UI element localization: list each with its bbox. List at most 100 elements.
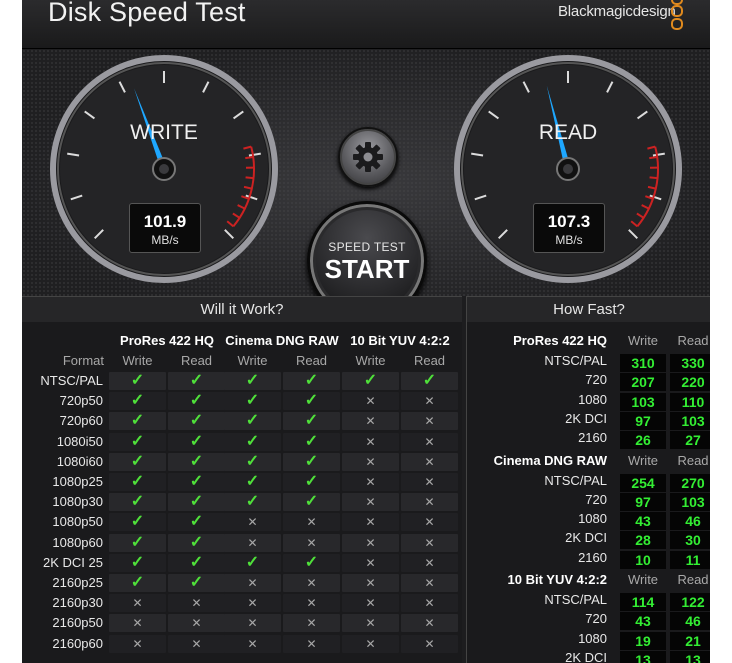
write-speed-cell: 28 xyxy=(620,531,666,550)
start-button-label: START xyxy=(324,254,410,284)
cross-icon: ✕ xyxy=(247,616,258,631)
format-row-label: 2160p60 xyxy=(52,635,103,651)
cross-icon: ✕ xyxy=(365,616,376,631)
disk-speed-test-window: Disk Speed Test Blackmagicdesign WRITE R… xyxy=(22,0,710,663)
status-cell: ✓ xyxy=(224,553,281,572)
how-fast-row-label: 2K DCI xyxy=(565,530,607,546)
how-fast-row-label: 1080 xyxy=(578,391,607,407)
status-cell: ✕ xyxy=(283,634,340,653)
cross-icon: ✕ xyxy=(191,616,202,631)
cross-icon: ✕ xyxy=(306,616,317,631)
format-row-label: 1080i50 xyxy=(56,433,103,449)
status-cell: ✓ xyxy=(109,392,166,411)
status-cell: ✓ xyxy=(109,473,166,491)
check-icon: ✓ xyxy=(245,412,260,430)
status-cell: ✕ xyxy=(342,452,399,471)
status-cell: ✓ xyxy=(283,452,340,471)
status-cell: ✕ xyxy=(224,634,281,653)
status-cell: ✕ xyxy=(283,574,340,592)
status-cell: ✓ xyxy=(168,372,225,390)
cross-icon: ✕ xyxy=(365,555,376,570)
status-cell: ✕ xyxy=(342,634,399,653)
check-icon: ✓ xyxy=(189,574,204,591)
gear-icon xyxy=(353,142,383,172)
status-cell: ✕ xyxy=(224,574,281,592)
read-speed-cell: 11 xyxy=(670,550,710,569)
status-cell: ✕ xyxy=(401,574,458,592)
read-speed-cell: 27 xyxy=(670,431,710,450)
check-icon: ✓ xyxy=(304,372,319,389)
check-icon: ✓ xyxy=(245,392,260,410)
write-speed-value: 101.9 xyxy=(143,212,187,231)
how-fast-row-label: 720 xyxy=(585,611,607,627)
check-icon: ✓ xyxy=(130,432,145,450)
how-fast-write-header: Write xyxy=(627,452,659,468)
cross-icon: ✕ xyxy=(424,636,435,651)
status-cell: ✓ xyxy=(168,473,225,491)
cross-icon: ✕ xyxy=(191,596,202,611)
cross-icon: ✕ xyxy=(191,636,202,651)
write-speed-cell: 310 xyxy=(620,354,666,372)
settings-button[interactable] xyxy=(338,127,398,187)
cross-icon: ✕ xyxy=(365,414,376,429)
check-icon: ✓ xyxy=(130,553,145,571)
cross-icon: ✕ xyxy=(424,454,435,469)
cross-icon: ✕ xyxy=(365,535,376,550)
status-cell: ✓ xyxy=(109,493,166,512)
check-icon: ✓ xyxy=(304,392,319,410)
status-cell: ✕ xyxy=(168,594,225,613)
status-cell: ✕ xyxy=(401,493,458,512)
will-it-work-title: Will it Work? xyxy=(22,297,462,322)
how-fast-row-label: 2K DCI xyxy=(565,410,607,426)
write-speed-cell: 43 xyxy=(620,512,666,531)
format-row-label: 2K DCI 25 xyxy=(43,554,103,570)
status-cell: ✕ xyxy=(401,553,458,572)
status-cell: ✓ xyxy=(168,513,225,532)
cross-icon: ✕ xyxy=(247,515,258,530)
gauge-redzone-tick xyxy=(649,156,658,160)
status-cell: ✓ xyxy=(224,372,281,390)
write-speed-cell: 26 xyxy=(620,431,666,450)
status-cell: ✕ xyxy=(401,412,458,431)
cross-icon: ✕ xyxy=(247,596,258,611)
check-icon: ✓ xyxy=(245,372,260,389)
how-fast-panel: How Fast? ProRes 422 HQ Write Read NTSC/PAL… xyxy=(466,296,710,663)
cross-icon: ✕ xyxy=(306,576,317,590)
check-icon: ✓ xyxy=(245,493,260,511)
how-fast-read-header: Read xyxy=(677,572,709,587)
cross-icon: ✕ xyxy=(424,475,435,489)
check-icon: ✓ xyxy=(130,513,145,531)
cross-icon: ✕ xyxy=(365,636,376,651)
check-icon: ✓ xyxy=(189,533,204,551)
cross-icon: ✕ xyxy=(424,414,435,429)
check-icon: ✓ xyxy=(189,392,204,410)
status-cell: ✓ xyxy=(109,452,166,471)
check-icon: ✓ xyxy=(130,452,145,470)
format-row-label: 1080p50 xyxy=(52,514,103,530)
status-cell: ✕ xyxy=(283,614,340,633)
status-cell: ✕ xyxy=(342,392,399,411)
status-cell: ✓ xyxy=(224,452,281,471)
status-cell: ✕ xyxy=(401,594,458,613)
how-fast-row-label: 1080 xyxy=(578,511,607,527)
write-speed-cell: 114 xyxy=(620,593,666,611)
write-speed-cell: 207 xyxy=(620,373,666,392)
status-cell: ✕ xyxy=(401,614,458,633)
how-fast-group-header: Cinema DNG RAW xyxy=(493,452,607,468)
read-speed-value: 107.3 xyxy=(547,212,591,231)
format-column-header: Format xyxy=(62,353,104,368)
status-cell: ✕ xyxy=(224,533,281,552)
status-cell: ✓ xyxy=(168,392,225,411)
format-row-label: 2160p25 xyxy=(52,575,103,590)
format-group-header: 10 Bit YUV 4:2:2 xyxy=(350,333,450,348)
write-speed-cell: 19 xyxy=(620,631,666,650)
cross-icon: ✕ xyxy=(365,515,376,530)
cross-icon: ✕ xyxy=(424,596,435,611)
cross-icon: ✕ xyxy=(306,535,317,550)
cross-icon: ✕ xyxy=(424,555,435,570)
status-cell: ✓ xyxy=(283,493,340,512)
status-cell: ✓ xyxy=(168,533,225,552)
status-cell: ✓ xyxy=(109,533,166,552)
read-speed-cell: 30 xyxy=(670,531,710,550)
format-row-label: 1080i60 xyxy=(56,453,103,469)
